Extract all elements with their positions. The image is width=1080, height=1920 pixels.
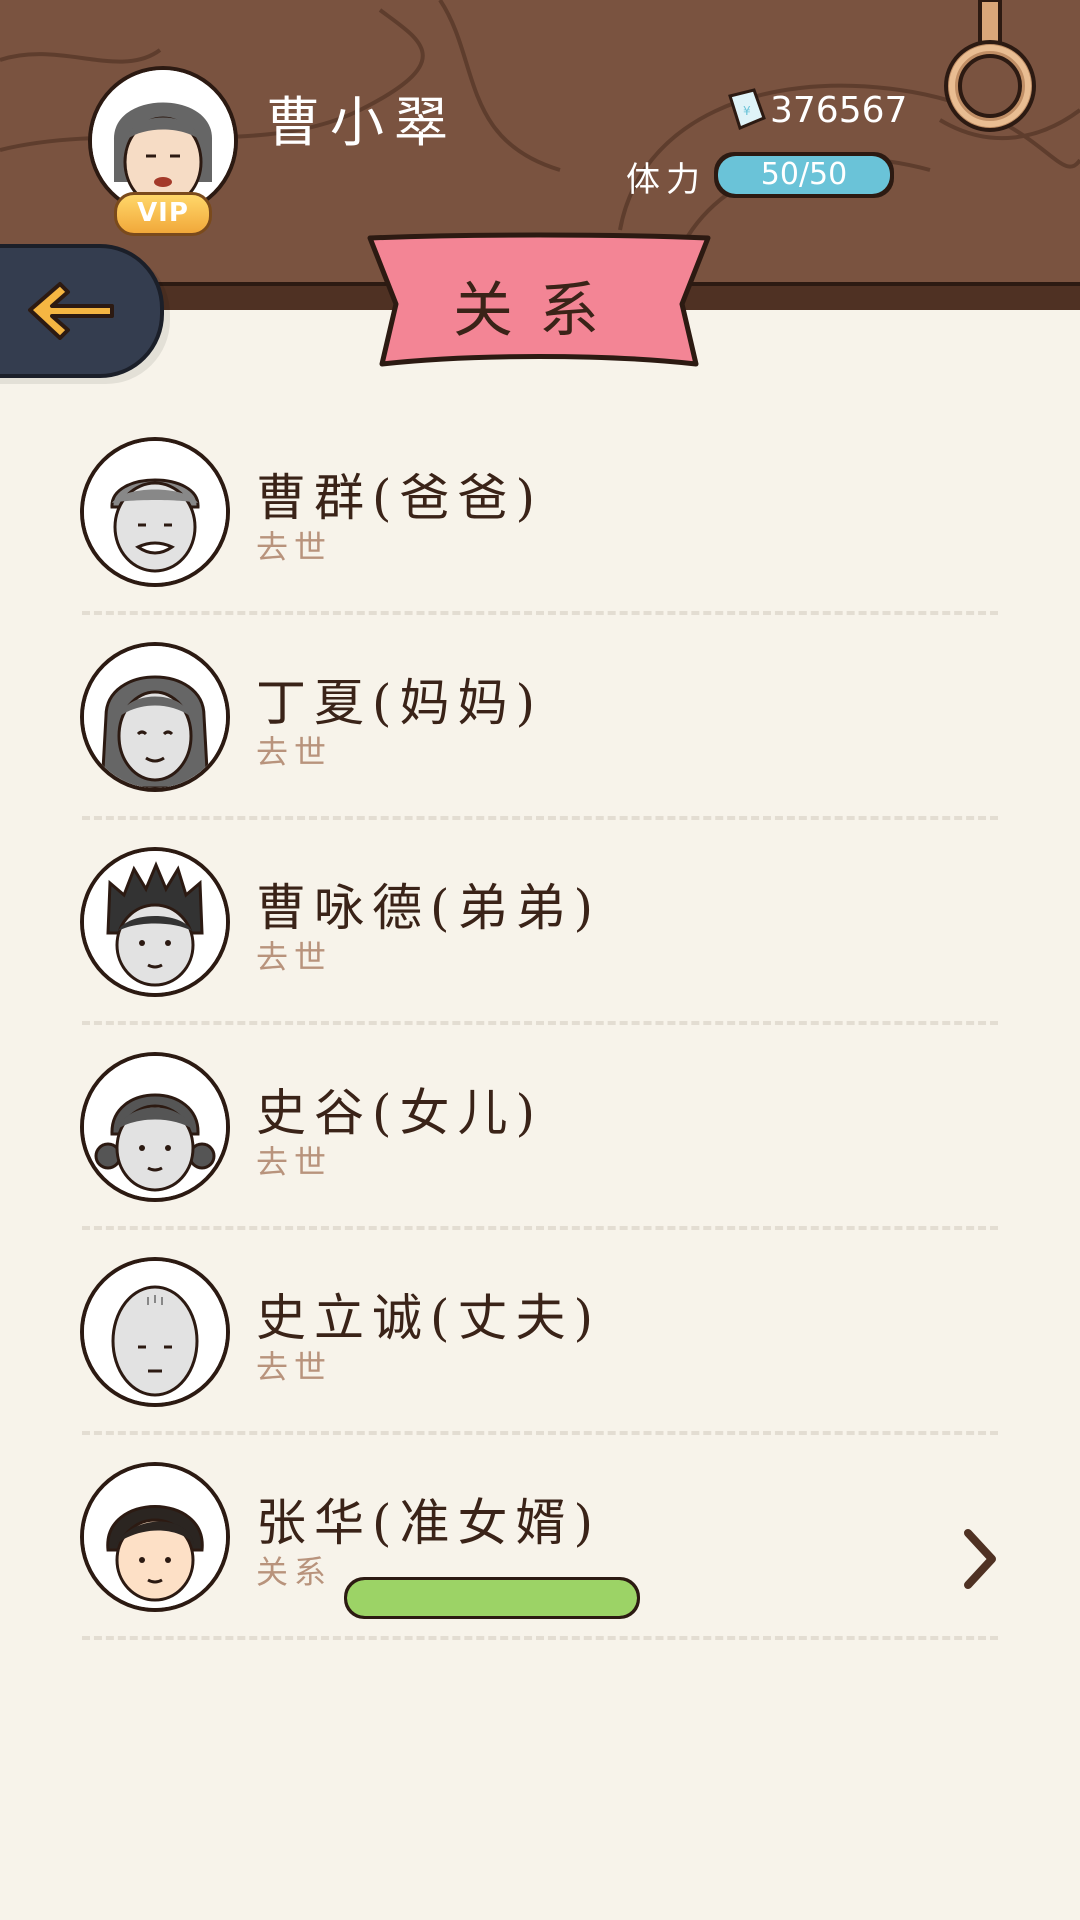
stamina-label: 体力 xyxy=(626,160,706,200)
avatar xyxy=(80,437,230,587)
relation-status: 去世 xyxy=(256,1348,333,1386)
avatar xyxy=(80,847,230,997)
relation-status: 去世 xyxy=(256,938,333,976)
money-value: 376567 xyxy=(770,90,908,131)
stamina-bar: 50/50 xyxy=(714,152,894,198)
back-button[interactable] xyxy=(0,244,164,378)
relationship-bar xyxy=(344,1577,640,1619)
bun-hair-girl-face-icon xyxy=(84,1056,226,1198)
svg-text:¥: ¥ xyxy=(743,104,751,118)
relation-name: 张华(准女婿) xyxy=(256,1494,602,1552)
relation-name: 丁夏(妈妈) xyxy=(256,674,544,732)
ring-icon[interactable] xyxy=(930,0,1050,150)
vip-badge: VIP xyxy=(114,192,212,236)
chevron-right-icon[interactable] xyxy=(962,1529,998,1589)
bald-man-face-icon xyxy=(84,1261,226,1403)
list-item[interactable]: 曹咏德(弟弟) 去世 xyxy=(0,820,1080,1025)
relation-status: 去世 xyxy=(256,528,333,566)
avatar xyxy=(80,642,230,792)
relation-status: 去世 xyxy=(256,733,333,771)
bald-old-man-face-icon xyxy=(84,441,226,583)
page-title: 关系 xyxy=(453,276,625,346)
list-item[interactable]: 张华(准女婿) 关系 xyxy=(0,1435,1080,1640)
relationship-fill xyxy=(347,1580,637,1616)
avatar xyxy=(80,1257,230,1407)
list-item[interactable]: 丁夏(妈妈) 去世 xyxy=(0,615,1080,820)
relation-name: 史立诚(丈夫) xyxy=(256,1289,602,1347)
young-man-face-icon xyxy=(84,1466,226,1608)
relation-name: 史谷(女儿) xyxy=(256,1084,544,1142)
player-name: 曹小翠 xyxy=(266,91,458,154)
old-woman-face-icon xyxy=(92,70,234,212)
relation-name: 曹咏德(弟弟) xyxy=(256,879,602,937)
back-arrow-icon xyxy=(28,282,114,340)
avatar xyxy=(80,1462,230,1612)
list-item[interactable]: 史立诚(丈夫) 去世 xyxy=(0,1230,1080,1435)
avatar xyxy=(80,1052,230,1202)
relation-list: 曹群(爸爸) 去世 丁夏(妈妈) 去世 曹咏德(弟弟) 去世 史谷(女儿) 去世… xyxy=(0,410,1080,1640)
money-note-icon: ¥ xyxy=(728,88,766,131)
relation-status: 去世 xyxy=(256,1143,333,1181)
row-divider xyxy=(82,1636,998,1640)
stamina-value: 50/50 xyxy=(760,157,848,192)
list-item[interactable]: 史谷(女儿) 去世 xyxy=(0,1025,1080,1230)
long-hair-woman-face-icon xyxy=(84,646,226,788)
list-item[interactable]: 曹群(爸爸) 去世 xyxy=(0,410,1080,615)
relation-label: 关系 xyxy=(256,1553,333,1591)
spiky-hair-man-face-icon xyxy=(84,851,226,993)
relation-name: 曹群(爸爸) xyxy=(256,469,544,527)
